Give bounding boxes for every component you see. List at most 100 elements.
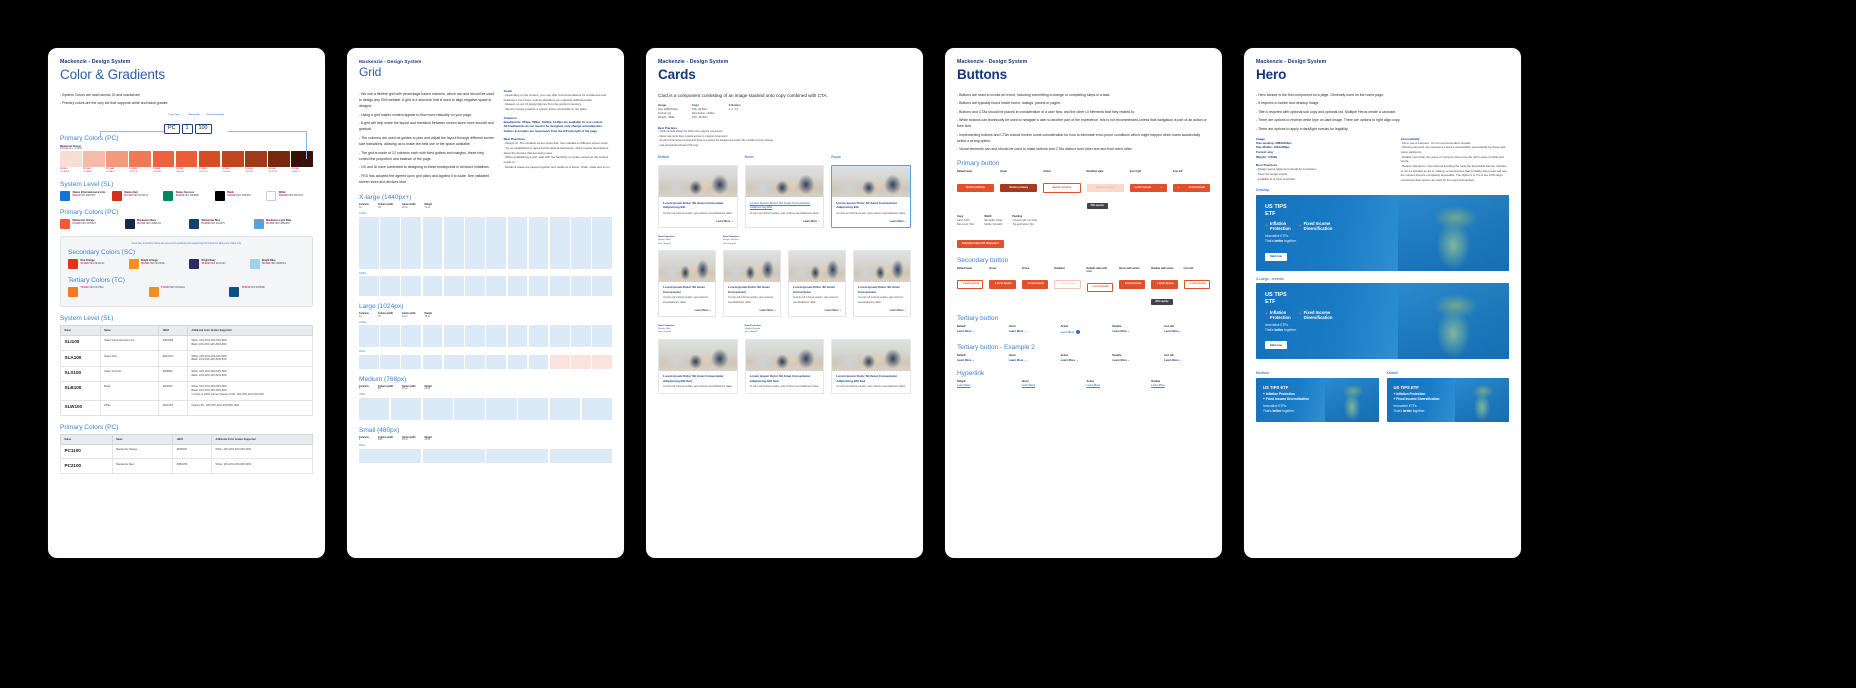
button[interactable]: ‹ Lorem Ipsum xyxy=(1172,184,1211,193)
page-hero[interactable]: Mackenzie - Design System Hero - Hero ba… xyxy=(1244,48,1521,558)
primary-button-states[interactable]: Default state Button primary Hover Butto… xyxy=(957,170,1211,211)
swatch-chip[interactable] xyxy=(106,151,128,168)
tertiary-link[interactable]: Learn More xyxy=(1061,329,1107,335)
swatch-chip[interactable] xyxy=(198,151,221,168)
tertiary-link[interactable]: Learn More › xyxy=(1009,359,1055,362)
color-chip[interactable] xyxy=(214,190,225,201)
tertiary-link[interactable]: Learn More › xyxy=(1112,330,1158,333)
button[interactable]: Lorem Ipsum xyxy=(1151,279,1178,290)
card[interactable]: Lorem Ipsum Dolor Sit Amet Consectetur U… xyxy=(723,249,781,317)
card-cta[interactable]: Learn More › xyxy=(836,220,906,223)
card[interactable]: Lorem Ipsum Dolor Sit Amet Consectetur A… xyxy=(831,165,912,229)
hyperlink-states[interactable]: Default Learn More Hover Learn More Acti… xyxy=(957,380,1210,389)
hyperlink[interactable]: Learn More xyxy=(957,384,1016,387)
color-chip[interactable] xyxy=(163,190,174,201)
swatch-chip[interactable] xyxy=(152,151,175,168)
hyperlink[interactable]: Learn More xyxy=(1022,384,1081,387)
card[interactable]: Lorem Ipsum Dolor Sit Amet Consectetur U… xyxy=(658,249,716,317)
hero-cta-button[interactable]: Start now xyxy=(1265,252,1287,261)
card-cta[interactable]: Learn More › xyxy=(728,309,776,312)
color-chip[interactable] xyxy=(111,190,122,201)
tertiary-link[interactable]: Learn More › xyxy=(957,330,1003,333)
tertiary2-button-states[interactable]: Default Learn More › Hover Learn More › … xyxy=(957,354,1210,362)
page-color-gradients[interactable]: Mackenzie - Design System Color & Gradie… xyxy=(48,48,325,558)
button[interactable]: Button primary xyxy=(1000,184,1038,193)
card-cta[interactable]: Learn More › xyxy=(663,220,732,223)
button[interactable]: Button primary xyxy=(1043,183,1081,194)
button[interactable]: Lorem Ipsum xyxy=(989,279,1016,290)
swatch-chip[interactable] xyxy=(83,151,105,168)
card-cta[interactable]: Learn More › xyxy=(750,220,819,223)
card[interactable]: Lorem Ipsum Dolor Sit Amet Consectetur A… xyxy=(658,338,738,395)
page-grid[interactable]: Mackenzie - Design System Grid - We use … xyxy=(347,48,624,558)
color-chip[interactable] xyxy=(68,258,78,269)
color-chip[interactable] xyxy=(229,286,240,297)
button[interactable]: Lorem Ipsum xyxy=(1118,279,1146,290)
tertiary-link[interactable]: Learn More › xyxy=(1009,330,1055,333)
card-row-2[interactable]: Lorem Ipsum Dolor Sit Amet Consectetur U… xyxy=(658,249,911,317)
color-swatch[interactable]: PC1190 #450F07 xyxy=(291,151,313,173)
color-swatch[interactable]: PC1100 #F05025 xyxy=(175,151,198,173)
color-swatch[interactable]: PC1180 #6C2D0F xyxy=(268,151,290,173)
color-swatch[interactable]: PC1020 #F9BBA7 xyxy=(83,151,105,173)
card-row-3[interactable]: Lorem Ipsum Dolor Sit Amet Consectetur A… xyxy=(658,338,912,395)
tertiary-link[interactable]: Learn More › xyxy=(1164,330,1210,333)
color-swatch[interactable]: PC1140 #C0441D xyxy=(221,151,244,173)
page-cards[interactable]: Mackenzie - Design System Cards Card is … xyxy=(646,48,923,558)
color-chip[interactable] xyxy=(68,286,78,297)
color-chip[interactable] xyxy=(266,190,277,201)
tertiary-link[interactable]: Learn More › xyxy=(1061,359,1107,362)
card-row-1[interactable]: Lorem Ipsum Dolor Sit Amet Consectetur A… xyxy=(658,165,912,229)
hyperlink[interactable]: Learn More xyxy=(1087,384,1146,387)
button[interactable]: Button primary xyxy=(1086,184,1124,193)
card[interactable]: Lorem Ipsum Dolor Sit Amet Consectetur A… xyxy=(744,338,825,395)
hyperlink[interactable]: Learn More xyxy=(1151,384,1210,387)
card[interactable]: Lorem Ipsum Dolor Sit Amet Consectetur A… xyxy=(658,165,738,229)
button[interactable]: Lorem Ipsum xyxy=(1183,279,1210,290)
hero-banner[interactable]: US TIPS ETF + Inflation Protection + Fixe… xyxy=(1386,377,1509,422)
button[interactable]: Button primary xyxy=(957,184,995,193)
button[interactable]: Lorem Ipsum xyxy=(1021,279,1049,290)
swatch-chip[interactable] xyxy=(60,151,82,168)
hero-cta-button[interactable]: Start now xyxy=(1265,341,1287,350)
button[interactable]: Lorem Ipsum › xyxy=(1129,184,1167,193)
hero-banner-list[interactable]: Desktop US TIPS ETF + Inflation Protection… xyxy=(1256,188,1509,360)
hero-banner[interactable]: US TIPS ETF + Inflation Protection + Fixed… xyxy=(1256,283,1509,360)
tertiary-button-states[interactable]: Default Learn More › Hover Learn More › … xyxy=(957,325,1210,336)
color-chip[interactable] xyxy=(128,258,139,269)
swatch-chip[interactable] xyxy=(129,151,151,168)
color-chip[interactable] xyxy=(148,286,159,297)
button[interactable]: Lorem Ipsum xyxy=(957,279,984,290)
example-button[interactable]: Example button 30 characters xyxy=(957,239,1004,248)
card[interactable]: Lorem Ipsum Dolor Sit Amet Consectetur U… xyxy=(788,249,846,317)
swatch-chip[interactable] xyxy=(175,151,198,168)
color-chip[interactable] xyxy=(249,258,260,269)
tertiary-link[interactable]: Learn More › xyxy=(1164,359,1210,362)
card-cta[interactable]: Learn More › xyxy=(663,309,711,312)
card-cta[interactable]: Learn More › xyxy=(858,309,906,312)
swatch-chip[interactable] xyxy=(291,151,313,168)
color-chip[interactable] xyxy=(124,218,135,229)
primary-swatch-row[interactable]: PC1010 #FCE0D8 PC1020 #F9BBA7 PC1040 #F6… xyxy=(60,151,313,173)
color-chip[interactable] xyxy=(189,218,199,229)
button[interactable]: Lorem Ipsum xyxy=(1086,282,1113,293)
color-swatch[interactable]: PC1080 #F1603B xyxy=(152,151,175,173)
color-chip[interactable] xyxy=(60,190,70,201)
card[interactable]: Lorem Ipsum Dolor Sit Amet Consectetur A… xyxy=(831,338,912,395)
hero-banner[interactable]: US TIPS ETF + Inflation Protection + Fixed… xyxy=(1256,194,1509,271)
tertiary-link[interactable]: Learn More › xyxy=(1112,359,1158,362)
color-swatch[interactable]: PC1060 #F37750 xyxy=(129,151,151,173)
card[interactable]: Lorem Ipsum Dolor Sit Amet Consectetur A… xyxy=(744,165,825,229)
color-chip[interactable] xyxy=(253,218,264,229)
secondary-button-states[interactable]: Default state Lorem Ipsum Hover Lorem Ip… xyxy=(957,267,1210,308)
button[interactable]: Lorem Ipsum xyxy=(1054,279,1081,290)
swatch-chip[interactable] xyxy=(221,151,244,168)
color-swatch[interactable]: PC1160 #983716 xyxy=(245,151,267,173)
card[interactable]: Lorem Ipsum Dolor Sit Amet Consectetur U… xyxy=(853,249,911,317)
hero-banner[interactable]: US TIPS ETF + Inflation Protection + Fixe… xyxy=(1256,377,1379,422)
color-swatch[interactable]: PC1040 #F69A7C xyxy=(106,151,128,173)
hero-small-banner-row[interactable]: Medium US TIPS ETF + Inflation Protectio… xyxy=(1256,365,1509,422)
color-chip[interactable] xyxy=(60,218,70,229)
color-swatch[interactable]: PC1120 #D74C21 xyxy=(198,151,221,173)
card-cta[interactable]: Learn More › xyxy=(793,309,841,312)
